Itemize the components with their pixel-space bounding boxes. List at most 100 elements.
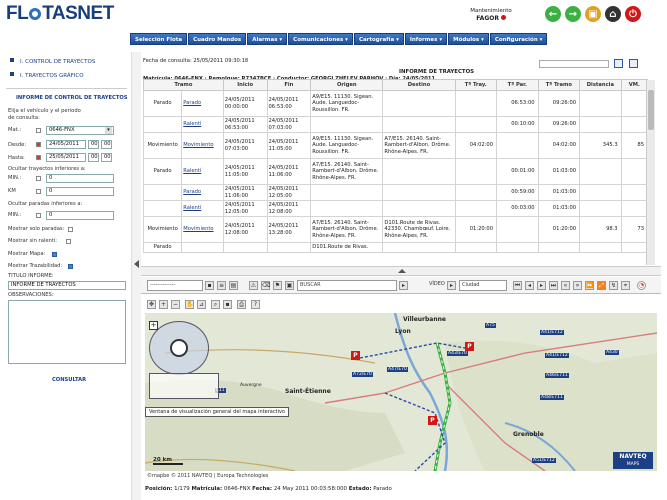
tipo-link[interactable]: Parado xyxy=(181,90,224,117)
zoom-out-icon[interactable]: − xyxy=(171,300,180,309)
vehicle-select[interactable]: -------------- xyxy=(147,280,203,291)
next-icon[interactable]: ▸ xyxy=(537,281,546,290)
col-header[interactable]: Origen xyxy=(310,79,384,91)
table-row[interactable]: Parado D101.Route de Rivas. xyxy=(142,242,649,253)
trash-icon[interactable]: ⌫ xyxy=(261,281,270,290)
zoom-in-icon[interactable]: + xyxy=(159,300,168,309)
tipo-link[interactable]: Ralentí xyxy=(181,116,224,133)
tipo-link[interactable]: Movimiento xyxy=(181,216,224,243)
pin-icon[interactable]: ⌖ xyxy=(621,281,630,290)
col-header[interactable]: Tramo xyxy=(143,79,224,91)
table-row[interactable]: Parado Parado 24/05/2011 00:00:00 24/05/201… xyxy=(142,90,649,117)
solo-paradas-checkbox[interactable] xyxy=(68,227,73,232)
table-scrollbar[interactable] xyxy=(646,80,655,265)
hand-icon[interactable]: ✋ xyxy=(185,300,194,309)
zoom-plus-icon[interactable]: + xyxy=(149,321,158,330)
export-icon[interactable] xyxy=(614,59,623,68)
col-header[interactable]: Inicio xyxy=(222,79,268,91)
clipboard-icon[interactable]: ▤ xyxy=(229,281,238,290)
parking-marker-icon[interactable]: P xyxy=(465,342,474,351)
desde-min-input[interactable]: 00 xyxy=(101,140,112,149)
forward-icon[interactable]: → xyxy=(565,6,581,22)
list-icon[interactable]: ≡ xyxy=(217,281,226,290)
table-row[interactable]: Ralentí 24/05/2011 12:05:00 24/05/2011 12:… xyxy=(142,200,649,217)
min-checkbox[interactable] xyxy=(36,176,41,181)
buscar-input[interactable]: BUSCAR xyxy=(297,280,397,291)
min2-input[interactable]: 0 xyxy=(46,211,114,220)
image-icon[interactable]: ▣ xyxy=(285,281,294,290)
last-icon[interactable]: ⏭ xyxy=(549,281,558,290)
tipo-link[interactable]: Ralentí xyxy=(181,158,224,185)
col-header[interactable]: Tª Tray. xyxy=(454,79,498,91)
calendar-icon[interactable] xyxy=(36,142,41,147)
nav-item-4[interactable]: Cartografía ▾ xyxy=(353,33,404,45)
chevron-up-icon[interactable] xyxy=(398,269,406,273)
nav-item-3[interactable]: Comunicaciones ▾ xyxy=(288,33,353,45)
table-row[interactable]: Movimiento Movimiento 24/05/2011 12:08:00 2… xyxy=(142,216,649,243)
sidebar-item-control[interactable]: I. CONTROL DE TRAYECTOS xyxy=(10,58,95,65)
zoom-icon[interactable]: ⤢ xyxy=(597,281,606,290)
col-header[interactable]: VM. xyxy=(620,79,649,91)
forward-icon[interactable]: » xyxy=(573,281,582,290)
collapse-left-icon[interactable] xyxy=(134,260,139,268)
pan-icon[interactable]: ✥ xyxy=(147,300,156,309)
mat-select[interactable]: 0646-FNX ▾ xyxy=(46,126,114,135)
mostrar-mapa-checkbox[interactable] xyxy=(52,252,57,257)
km-input[interactable]: 0 xyxy=(46,187,114,196)
first-icon[interactable]: ⏮ xyxy=(513,281,522,290)
save-map-icon[interactable]: ▪ xyxy=(223,300,232,309)
overview-map[interactable] xyxy=(149,373,219,399)
tipo-link[interactable]: Ralentí xyxy=(181,200,224,217)
hasta-date-input[interactable]: 25/05/2011 xyxy=(46,153,86,162)
map-navigator[interactable] xyxy=(149,321,209,375)
desde-date-input[interactable]: 24/05/2011 xyxy=(46,140,86,149)
table-row[interactable]: Ralentí 24/05/2011 06:53:00 24/05/2011 07:… xyxy=(142,116,649,133)
desde-hour-input[interactable]: 00 xyxy=(88,140,99,149)
power-icon[interactable]: ⏻ xyxy=(625,6,641,22)
speed-icon[interactable]: ⏩ xyxy=(585,281,594,290)
sidebar-splitter[interactable] xyxy=(131,52,141,500)
print-map-icon[interactable]: ⎙ xyxy=(237,300,246,309)
tipo-link[interactable]: Movimiento xyxy=(181,132,224,159)
pan-control-icon[interactable] xyxy=(170,339,188,357)
hasta-hour-input[interactable]: 00 xyxy=(88,153,99,162)
col-header[interactable]: Fin xyxy=(266,79,312,91)
observaciones-textarea[interactable] xyxy=(8,300,126,364)
search-input[interactable] xyxy=(539,60,609,68)
table-row[interactable]: Parado 24/05/2011 11:06:00 24/05/2011 12:0… xyxy=(142,184,649,201)
table-row[interactable]: Parado Ralentí 24/05/2011 11:05:00 24/05/20… xyxy=(142,158,649,185)
prev-icon[interactable]: ◂ xyxy=(525,281,534,290)
nav-item-1[interactable]: Cuadro Mandos xyxy=(188,33,247,45)
mostrar-trazabilidad-checkbox[interactable] xyxy=(68,264,73,269)
km-checkbox[interactable] xyxy=(36,189,41,194)
help-icon[interactable]: ? xyxy=(251,300,260,309)
parking-marker-icon[interactable]: P xyxy=(351,351,360,360)
mat-checkbox[interactable] xyxy=(36,128,41,133)
map-splitter[interactable] xyxy=(141,266,661,276)
min-input[interactable]: 0 xyxy=(46,174,114,183)
users-icon[interactable]: ▣ xyxy=(585,6,601,22)
video-icon[interactable]: ▸ xyxy=(447,281,456,290)
col-header[interactable]: Destino xyxy=(382,79,456,91)
calendar-icon[interactable] xyxy=(36,155,41,160)
back-icon[interactable]: ← xyxy=(545,6,561,22)
play-icon[interactable]: ▸ xyxy=(399,281,408,290)
tipo-link[interactable]: Parado xyxy=(181,184,224,201)
sin-ralenti-checkbox[interactable] xyxy=(66,239,71,244)
min2-checkbox[interactable] xyxy=(36,213,41,218)
nav-item-6[interactable]: Módulos ▾ xyxy=(448,33,489,45)
rewind-icon[interactable]: « xyxy=(561,281,570,290)
home-icon[interactable]: ⌂ xyxy=(605,6,621,22)
flag-icon[interactable]: ⚑ xyxy=(273,281,282,290)
titulo-input[interactable]: INFORME DE TRAYECTOS xyxy=(8,281,126,290)
nav-item-7[interactable]: Configuración ▾ xyxy=(489,33,548,45)
col-header[interactable]: Tª Par. xyxy=(496,79,539,91)
table-row[interactable]: Movimiento Movimiento 24/05/2011 07:03:00 2… xyxy=(142,132,649,159)
measure-icon[interactable]: ⊿ xyxy=(197,300,206,309)
print-icon[interactable] xyxy=(629,59,638,68)
map-view[interactable]: Villeurbanne Lyon Saint-Étienne Auvergne Gre… xyxy=(145,313,657,471)
timer-icon[interactable]: ◔ xyxy=(637,281,646,290)
nav-item-5[interactable]: Informes ▾ xyxy=(404,33,448,45)
nav-item-2[interactable]: Alarmas ▾ xyxy=(247,33,288,45)
nav-item-0[interactable]: Selección Flota xyxy=(130,33,188,45)
